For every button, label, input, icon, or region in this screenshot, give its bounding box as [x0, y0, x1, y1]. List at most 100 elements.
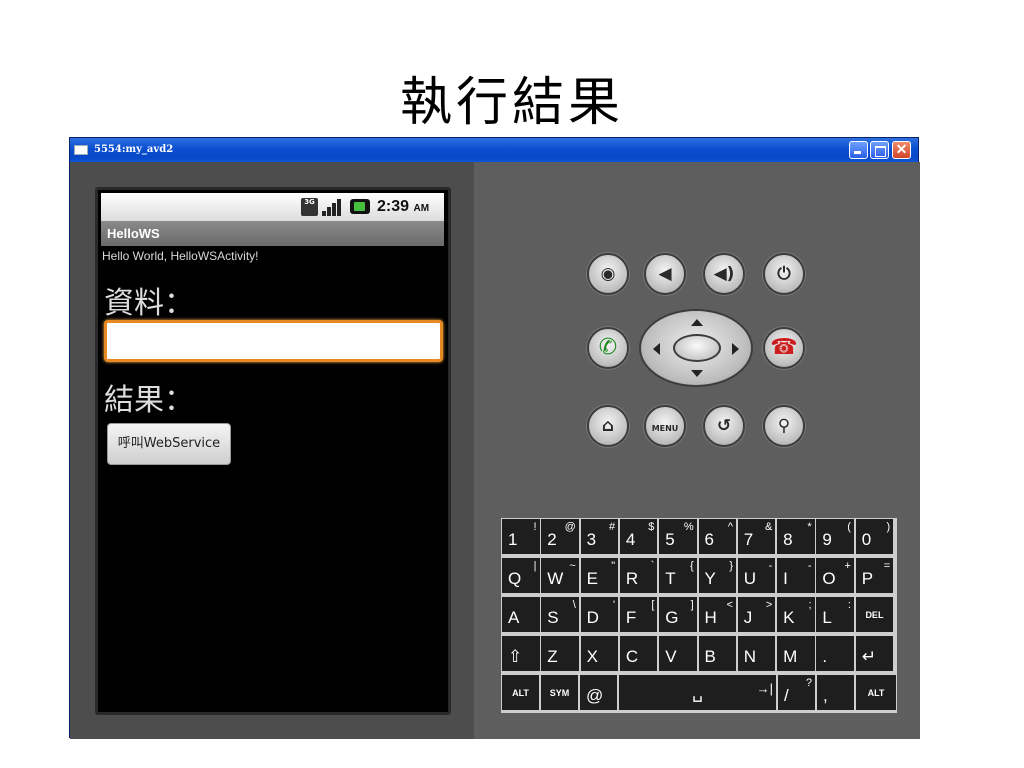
key-at[interactable]: @ [580, 675, 617, 710]
key-slash[interactable]: /? [778, 675, 815, 710]
key-r[interactable]: R ` [619, 558, 658, 593]
key-t[interactable]: T{ [659, 558, 697, 593]
key-sym-3-9[interactable]: ↵ [855, 636, 894, 671]
close-icon: ✕ [895, 142, 908, 158]
key-1[interactable]: 1! [502, 519, 540, 554]
network-3g-icon: 3G [301, 198, 318, 216]
volume-up-button[interactable]: ◀) [703, 253, 745, 295]
data-label: 資料： [104, 286, 194, 321]
key-q[interactable]: Q | [502, 558, 540, 593]
key-2[interactable]: 2 @ [541, 519, 579, 554]
data-input[interactable] [104, 320, 443, 362]
dpad-up-icon[interactable] [691, 319, 703, 326]
tab-icon: →| [756, 681, 773, 696]
back-icon: ↺ [716, 416, 732, 436]
battery-icon [350, 199, 370, 214]
key-b[interactable]: B [698, 636, 736, 671]
key-g[interactable]: G] [659, 597, 697, 632]
dpad[interactable] [639, 309, 753, 387]
power-button[interactable]: ⏻ [763, 253, 805, 295]
key-9[interactable]: 9( [816, 519, 854, 554]
key-o[interactable]: O + [816, 558, 854, 593]
key-6[interactable]: 6 ^ [698, 519, 736, 554]
device-controls-panel: ◉ ◀ ◀) ⏻ ✆ ☎ ⌂ MENU ↺ ⚲ ALT SYM @ ␣ →| /?… [474, 162, 920, 739]
space-icon: ␣ [692, 683, 703, 702]
status-ampm: AM [413, 203, 430, 214]
key-sym[interactable]: SYM [541, 675, 578, 710]
search-icon: ⚲ [777, 416, 791, 436]
minimize-button[interactable] [849, 141, 868, 159]
camera-button[interactable]: ◉ [587, 253, 629, 295]
call-button[interactable]: ✆ [587, 327, 629, 369]
emulator-window: 5554:my_avd2 ✕ 3G 2:39 AM HelloWS Hello … [69, 137, 920, 739]
key-a[interactable]: A [502, 597, 540, 632]
dpad-left-icon[interactable] [653, 343, 660, 355]
camera-icon: ◉ [600, 264, 616, 284]
slide-title: 執行結果 [399, 73, 624, 133]
hello-text: Hello World, HelloWSActivity! [102, 249, 259, 263]
signal-strength-icon [322, 198, 342, 216]
key-0[interactable]: 0) [855, 519, 894, 554]
device-screen-panel: 3G 2:39 AM HelloWS Hello World, HelloWSA… [70, 162, 474, 739]
key-alt-right[interactable]: ALT [856, 675, 896, 710]
key-y[interactable]: Y} [698, 558, 736, 593]
key-z[interactable]: Z [541, 636, 579, 671]
key-f[interactable]: F[ [619, 597, 658, 632]
result-label: 結果： [104, 383, 194, 418]
menu-button[interactable]: MENU [644, 405, 686, 447]
volume-up-icon: ◀) [713, 264, 735, 284]
home-button[interactable]: ⌂ [587, 405, 629, 447]
maximize-button[interactable] [870, 141, 889, 159]
key-v[interactable]: V [659, 636, 697, 671]
search-button[interactable]: ⚲ [763, 405, 805, 447]
key-3[interactable]: 3 # [580, 519, 619, 554]
key-alt-left[interactable]: ALT [502, 675, 539, 710]
key-w[interactable]: W ~ [541, 558, 579, 593]
key-i[interactable]: I- [777, 558, 815, 593]
dpad-center-button[interactable] [673, 334, 721, 362]
dpad-right-icon[interactable] [732, 343, 739, 355]
key-space[interactable]: ␣ →| [619, 675, 776, 710]
key-4[interactable]: 4 $ [619, 519, 658, 554]
hardware-keyboard: ALT SYM @ ␣ →| /? , ALT 1! 2 @3 #4 $5% 6 ^ 7 & 8 * 9… [501, 518, 897, 713]
key-l[interactable]: L: [816, 597, 854, 632]
call-webservice-button[interactable]: 呼叫WebService [107, 423, 231, 465]
key-7[interactable]: 7 & [737, 519, 776, 554]
key-u[interactable]: U- [737, 558, 776, 593]
status-time: 2:39 AM [377, 198, 430, 215]
menu-label: MENU [651, 424, 679, 433]
end-call-button[interactable]: ☎ [763, 327, 805, 369]
close-button[interactable]: ✕ [892, 141, 911, 159]
key-sym-3-8[interactable]: . [816, 636, 854, 671]
key-d[interactable]: D ' [580, 597, 619, 632]
status-bar: 3G 2:39 AM [101, 193, 444, 221]
phone-screen: 3G 2:39 AM HelloWS Hello World, HelloWSA… [95, 187, 451, 715]
window-app-icon [74, 145, 88, 155]
power-icon: ⏻ [777, 264, 791, 284]
key-8[interactable]: 8 * [777, 519, 815, 554]
key-k[interactable]: K; [777, 597, 815, 632]
key-x[interactable]: X [580, 636, 619, 671]
key-comma[interactable]: , [817, 675, 854, 710]
key-e[interactable]: E " [580, 558, 619, 593]
key-c[interactable]: C [619, 636, 658, 671]
key-5[interactable]: 5% [659, 519, 697, 554]
key-s[interactable]: S \ [541, 597, 579, 632]
dpad-down-icon[interactable] [691, 370, 703, 377]
key-p[interactable]: P = [855, 558, 894, 593]
volume-down-button[interactable]: ◀ [644, 253, 686, 295]
phone-call-icon: ✆ [598, 335, 618, 360]
back-button[interactable]: ↺ [703, 405, 745, 447]
key-j[interactable]: J > [737, 597, 776, 632]
end-call-icon: ☎ [770, 335, 798, 360]
volume-down-icon: ◀ [658, 264, 672, 284]
app-title: HelloWS [101, 221, 444, 246]
key-del[interactable]: DEL [855, 597, 894, 632]
key-h[interactable]: H < [698, 597, 736, 632]
key-m[interactable]: M [777, 636, 815, 671]
window-title: 5554:my_avd2 [94, 144, 174, 155]
key-n[interactable]: N [737, 636, 776, 671]
home-icon: ⌂ [601, 416, 615, 436]
key-sym-3-0[interactable]: ⇧ [502, 636, 540, 671]
window-titlebar[interactable]: 5554:my_avd2 ✕ [70, 138, 918, 162]
